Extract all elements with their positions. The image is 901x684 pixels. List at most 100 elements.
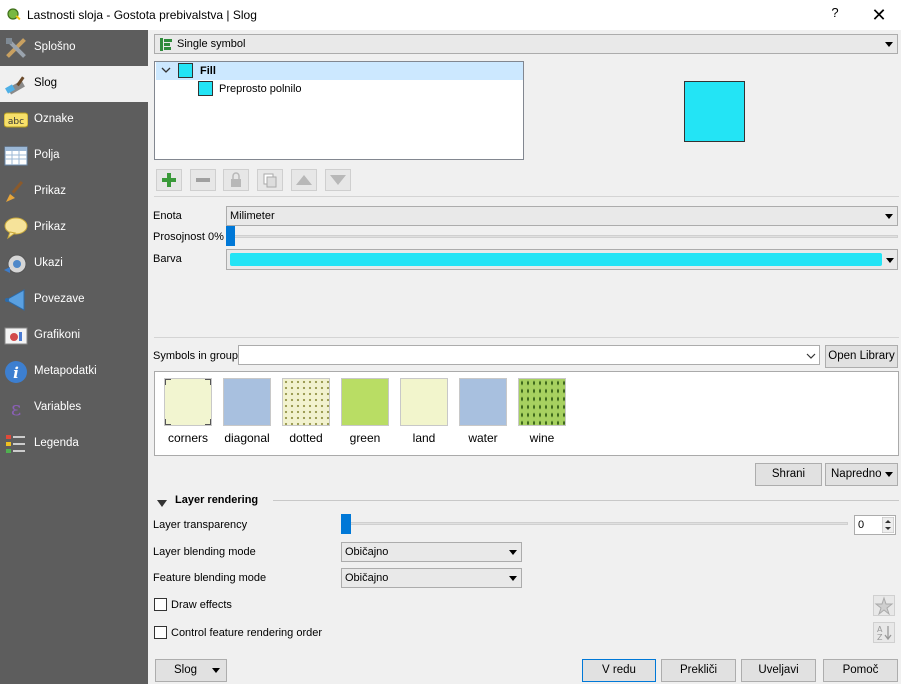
- layer-blending-combo[interactable]: Običajno: [341, 542, 522, 562]
- spin-arrows-icon[interactable]: [881, 516, 895, 539]
- lock-layer-button[interactable]: [223, 169, 249, 191]
- layer-transparency-slider-track[interactable]: [342, 522, 848, 525]
- sidebar-item-prikaz-tips[interactable]: Prikaz: [0, 210, 148, 246]
- sidebar-item-prikaz[interactable]: Prikaz: [0, 174, 148, 210]
- star-icon: [874, 596, 894, 616]
- legend-icon: [4, 432, 28, 456]
- sidebar-item-polja[interactable]: Polja: [0, 138, 148, 174]
- sidebar-item-grafikoni[interactable]: Grafikoni: [0, 318, 148, 354]
- symbol-thumbnail: [282, 378, 330, 426]
- sidebar-item-label: Polja: [34, 149, 60, 161]
- symbol-name: wine: [529, 431, 555, 445]
- sidebar-item-ukazi[interactable]: Ukazi: [0, 246, 148, 282]
- advanced-button[interactable]: Napredno: [825, 463, 898, 486]
- renderer-type-combo[interactable]: Single symbol: [154, 34, 898, 54]
- unit-label: Enota: [153, 210, 182, 222]
- svg-text:abc: abc: [8, 117, 24, 127]
- tree-item-fill[interactable]: Fill: [156, 62, 523, 80]
- svg-text:i: i: [13, 364, 19, 382]
- cancel-button[interactable]: Prekliči: [661, 659, 736, 682]
- control-order-checkbox[interactable]: [154, 626, 167, 639]
- fill-color-swatch: [178, 63, 193, 78]
- duplicate-icon: [263, 173, 277, 188]
- move-down-button[interactable]: [325, 169, 351, 191]
- transparency-value: 0: [858, 519, 865, 531]
- layer-blending-label: Layer blending mode: [153, 546, 256, 558]
- sidebar-item-label: Slog: [34, 77, 58, 89]
- chevron-down-icon: [806, 349, 816, 367]
- simple-fill-swatch: [198, 81, 213, 96]
- tree-item-label: Fill: [200, 65, 216, 77]
- epsilon-icon: ε: [4, 396, 28, 420]
- collapse-triangle-icon[interactable]: [157, 497, 167, 511]
- help-dialog-button[interactable]: Pomoč: [823, 659, 898, 682]
- minus-icon: [196, 178, 210, 182]
- effects-settings-button[interactable]: [873, 595, 895, 616]
- arrow-up-icon: [296, 175, 312, 185]
- sidebar-item-slog[interactable]: Slog: [0, 66, 148, 102]
- sidebar-item-oznake[interactable]: abc Oznake: [0, 102, 148, 138]
- sidebar-item-metapodatki[interactable]: i Metapodatki: [0, 354, 148, 390]
- open-library-button[interactable]: Open Library: [825, 345, 898, 368]
- info-icon: i: [4, 360, 28, 384]
- window-title: Lastnosti sloja - Gostota prebivalstva |…: [27, 8, 257, 22]
- divider: [273, 500, 899, 501]
- ok-button[interactable]: V redu: [582, 659, 656, 682]
- chevron-down-icon: [885, 472, 893, 477]
- symbol-name: water: [468, 431, 498, 445]
- sidebar-item-label: Prikaz: [34, 185, 66, 197]
- sidebar-item-label: Metapodatki: [34, 365, 97, 377]
- sidebar-item-label: Ukazi: [34, 257, 63, 269]
- symbol-name: land: [412, 431, 436, 445]
- symbol-group-combo[interactable]: [238, 345, 820, 365]
- save-symbol-button[interactable]: Shrani: [755, 463, 822, 486]
- sidebar-item-splosno[interactable]: Splošno: [0, 30, 148, 66]
- opacity-slider-handle[interactable]: [226, 226, 235, 246]
- draw-effects-checkbox[interactable]: [154, 598, 167, 611]
- chevron-down-icon[interactable]: [161, 65, 171, 78]
- chevron-down-icon: [509, 550, 517, 555]
- tree-item-simple-fill[interactable]: Preprosto polnilo: [156, 80, 523, 98]
- color-button[interactable]: [226, 249, 898, 270]
- order-settings-button[interactable]: AZ: [873, 622, 895, 643]
- table-icon: [4, 144, 28, 168]
- opacity-label: Prosojnost 0%: [153, 231, 224, 243]
- control-order-label: Control feature rendering order: [171, 627, 323, 639]
- tools-icon: [4, 36, 28, 60]
- tree-item-label: Preprosto polnilo: [219, 83, 302, 95]
- remove-layer-button[interactable]: [190, 169, 216, 191]
- sidebar-item-legenda[interactable]: Legenda: [0, 426, 148, 462]
- unit-combo[interactable]: Milimeter: [226, 206, 898, 226]
- layer-rendering-header[interactable]: Layer rendering: [175, 494, 258, 506]
- join-icon: [4, 288, 28, 312]
- sidebar-item-label: Oznake: [34, 113, 74, 125]
- sidebar-item-povezave[interactable]: Povezave: [0, 282, 148, 318]
- symbol-thumbnail: [223, 378, 271, 426]
- diagram-icon: [4, 324, 28, 348]
- layer-transparency-spinbox[interactable]: 0: [854, 515, 896, 535]
- sidebar-item-variables[interactable]: ε Variables: [0, 390, 148, 426]
- speech-bubble-icon: [4, 216, 28, 240]
- paintbrush-icon: [4, 72, 28, 96]
- add-layer-button[interactable]: [156, 169, 182, 191]
- symbol-name: dotted: [289, 431, 323, 445]
- renderer-type-value: Single symbol: [177, 38, 246, 50]
- sidebar: Splošno Slog abc Oznake Polja Prikaz Pri…: [0, 30, 148, 684]
- feature-blending-combo[interactable]: Običajno: [341, 568, 522, 588]
- help-button[interactable]: ?: [826, 5, 844, 25]
- opacity-slider-track[interactable]: [226, 235, 898, 238]
- color-label: Barva: [153, 253, 182, 265]
- layer-transparency-slider-handle[interactable]: [341, 514, 351, 534]
- sort-az-icon: AZ: [877, 625, 892, 642]
- duplicate-layer-button[interactable]: [257, 169, 283, 191]
- move-up-button[interactable]: [291, 169, 317, 191]
- style-menu-button[interactable]: Slog: [155, 659, 227, 682]
- svg-text:ε: ε: [11, 396, 21, 420]
- close-button[interactable]: ✕: [866, 4, 892, 26]
- single-symbol-icon: [160, 38, 172, 57]
- svg-text:Z: Z: [877, 633, 883, 642]
- symbol-preview: [684, 81, 745, 142]
- symbol-layer-tree: Fill Preprosto polnilo: [154, 61, 524, 160]
- feature-blending-label: Feature blending mode: [153, 572, 267, 584]
- apply-button[interactable]: Uveljavi: [741, 659, 816, 682]
